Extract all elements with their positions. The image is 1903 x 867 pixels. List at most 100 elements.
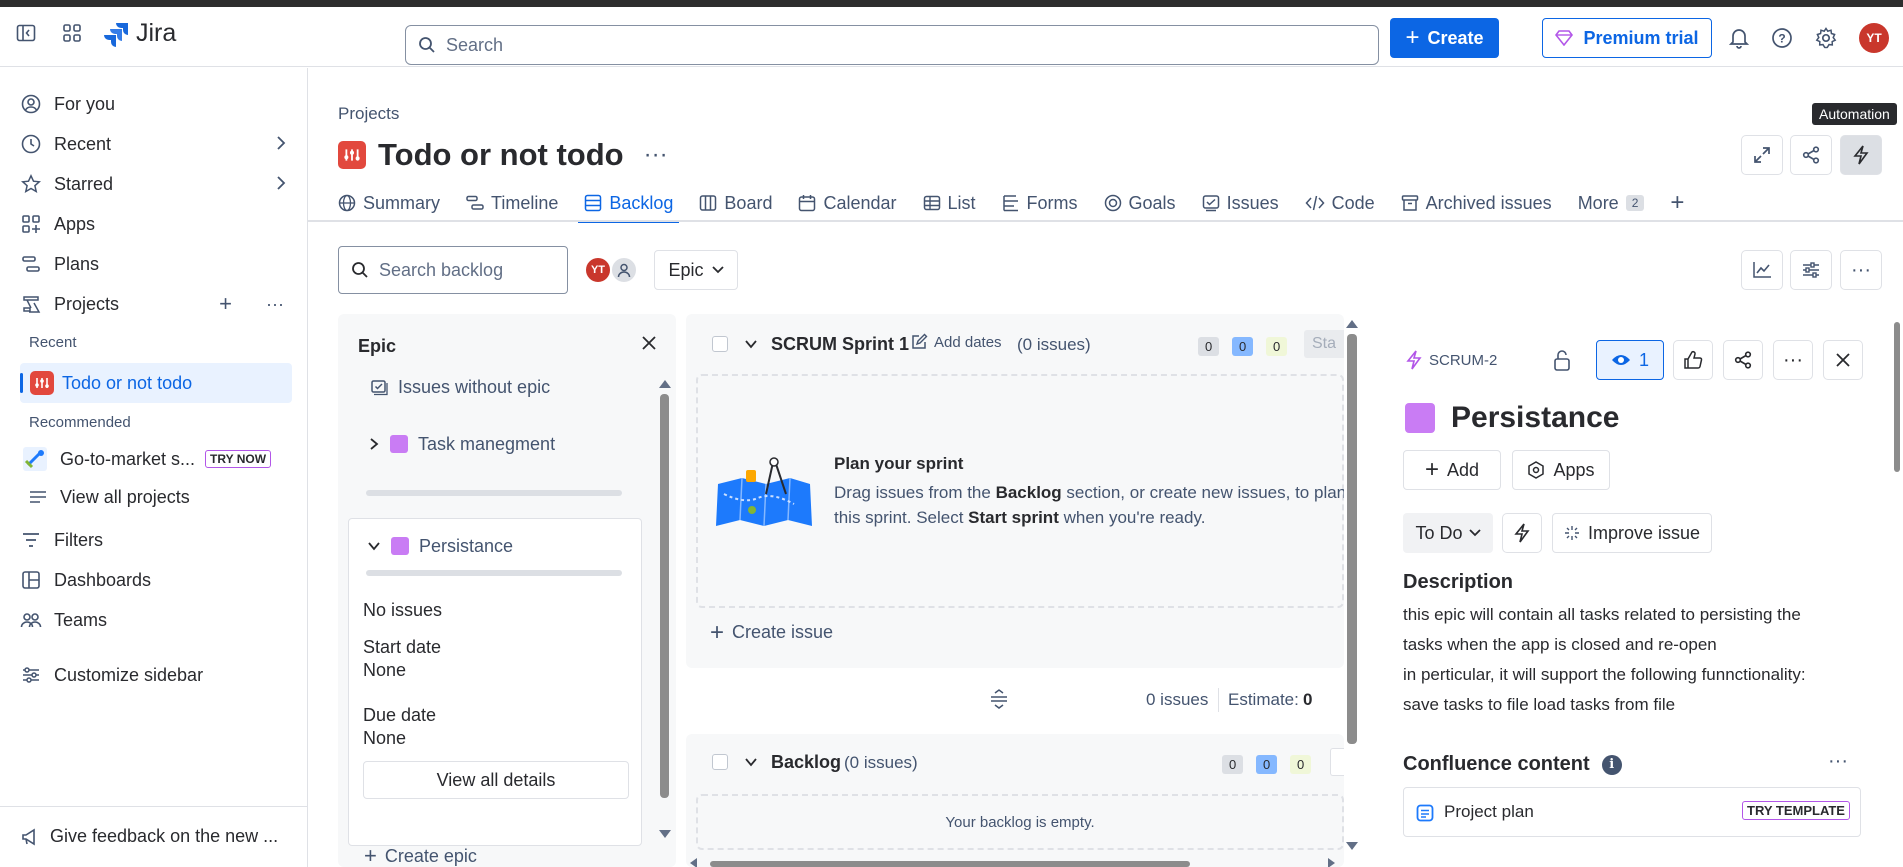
- scroll-down-arrow[interactable]: [1346, 842, 1358, 850]
- tab-archived-issues[interactable]: Archived issues: [1401, 186, 1552, 220]
- issue-title[interactable]: Persistance: [1451, 401, 1619, 435]
- create-button[interactable]: + Create: [1390, 18, 1499, 58]
- backlog-scrollbar[interactable]: [1347, 334, 1357, 744]
- close-epic-panel-icon[interactable]: [640, 334, 662, 356]
- view-all-projects-link[interactable]: View all projects: [28, 482, 190, 512]
- tab-goals[interactable]: Goals: [1104, 186, 1176, 220]
- backlog-select-checkbox[interactable]: [712, 754, 728, 770]
- chevron-down-icon[interactable]: [367, 540, 381, 552]
- sidebar-item-customize[interactable]: Customize sidebar: [14, 657, 292, 693]
- create-issue-button[interactable]: + Create issue: [710, 620, 833, 644]
- scroll-up-arrow[interactable]: [1346, 320, 1358, 328]
- project-plan-item[interactable]: Project plan TRY TEMPLATE: [1403, 787, 1861, 837]
- start-sprint-button[interactable]: Sta: [1304, 330, 1344, 358]
- watch-button[interactable]: 1: [1596, 340, 1664, 380]
- recommended-item[interactable]: Go-to-market s... TRY NOW: [20, 441, 292, 477]
- resize-handle-icon[interactable]: [988, 688, 1010, 710]
- sidebar-item-for-you[interactable]: For you: [14, 86, 292, 122]
- close-detail-button[interactable]: [1823, 340, 1863, 380]
- try-template-badge[interactable]: TRY TEMPLATE: [1742, 801, 1850, 820]
- improve-issue-button[interactable]: Improve issue: [1552, 513, 1712, 553]
- filter-user-avatar[interactable]: YT: [584, 256, 612, 284]
- epic-panel-scrollbar[interactable]: [660, 394, 669, 798]
- sidebar-item-plans[interactable]: Plans: [14, 246, 292, 282]
- share-button[interactable]: [1790, 135, 1832, 175]
- tab-timeline[interactable]: Timeline: [466, 186, 558, 220]
- unlock-icon[interactable]: [1552, 348, 1574, 372]
- premium-trial-button[interactable]: Premium trial: [1542, 18, 1712, 58]
- tab-backlog[interactable]: Backlog: [578, 186, 680, 223]
- epic-filter-dropdown[interactable]: Epic: [654, 250, 738, 290]
- scroll-right-arrow[interactable]: [1328, 858, 1335, 867]
- project-more-icon[interactable]: ···: [644, 141, 668, 169]
- chevron-right-icon[interactable]: [276, 174, 286, 195]
- search-backlog-input[interactable]: Search backlog: [338, 246, 568, 294]
- scroll-left-arrow[interactable]: [690, 858, 697, 867]
- backlog-more-button[interactable]: ···: [1840, 250, 1882, 290]
- create-epic-button[interactable]: + Create epic: [364, 832, 477, 867]
- add-dates-button[interactable]: Add dates: [910, 333, 1002, 351]
- insights-button[interactable]: [1741, 250, 1783, 290]
- breadcrumb[interactable]: Projects: [338, 104, 399, 124]
- tab-issues[interactable]: Issues: [1202, 186, 1279, 220]
- give-feedback-button[interactable]: Give feedback on the new ...: [20, 826, 278, 847]
- issue-more-button[interactable]: ···: [1773, 340, 1813, 380]
- collapse-sidebar-icon[interactable]: [14, 21, 38, 45]
- sidebar-item-recent[interactable]: Recent: [14, 126, 292, 162]
- sidebar-item-projects[interactable]: Projects + ···: [14, 286, 292, 322]
- projects-more-icon[interactable]: ···: [266, 294, 284, 315]
- epic-item-persistance[interactable]: Persistance: [367, 531, 513, 561]
- add-tab-plus-icon[interactable]: +: [1670, 186, 1684, 220]
- chevron-down-icon[interactable]: [744, 338, 758, 350]
- share-issue-button[interactable]: [1723, 340, 1763, 380]
- epic-card-persistance: Persistance No issues Start date None Du…: [348, 518, 642, 846]
- user-avatar[interactable]: YT: [1859, 23, 1889, 53]
- scroll-up-arrow[interactable]: [659, 380, 671, 388]
- view-all-details-button[interactable]: View all details: [363, 761, 629, 799]
- sprint-select-checkbox[interactable]: [712, 336, 728, 352]
- issues-without-epic[interactable]: Issues without epic: [370, 372, 550, 402]
- sidebar-item-starred[interactable]: Starred: [14, 166, 292, 202]
- add-project-plus-icon[interactable]: +: [219, 291, 232, 317]
- tab-board[interactable]: Board: [699, 186, 772, 220]
- global-search-input[interactable]: Search: [405, 25, 1379, 65]
- app-switcher-icon[interactable]: [60, 21, 84, 45]
- tab-summary[interactable]: Summary: [338, 186, 440, 220]
- confluence-more-icon[interactable]: ···: [1828, 750, 1848, 773]
- epic-item-task-manegment[interactable]: Task manegment: [368, 429, 555, 459]
- issue-automation-button[interactable]: [1502, 513, 1542, 553]
- jira-logo[interactable]: Jira: [104, 19, 176, 48]
- sidebar-item-apps[interactable]: Apps: [14, 206, 292, 242]
- create-sprint-button[interactable]: [1330, 748, 1344, 776]
- sidebar-item-dashboards[interactable]: Dashboards: [14, 562, 292, 598]
- view-settings-button[interactable]: [1790, 250, 1832, 290]
- detail-scrollbar[interactable]: [1894, 322, 1900, 472]
- automation-button[interactable]: [1840, 135, 1882, 175]
- issue-key-link[interactable]: SCRUM-2: [1405, 350, 1497, 370]
- chevron-down-icon[interactable]: [744, 756, 758, 768]
- notifications-bell-icon[interactable]: [1725, 24, 1753, 52]
- scroll-down-arrow[interactable]: [659, 830, 671, 838]
- sidebar-item-filters[interactable]: Filters: [14, 522, 292, 558]
- sidebar-item-current-project[interactable]: Todo or not todo: [20, 363, 292, 403]
- horizontal-scrollbar[interactable]: [710, 861, 1190, 867]
- description-body[interactable]: this epic will contain all tasks related…: [1403, 600, 1806, 720]
- like-button[interactable]: [1673, 340, 1713, 380]
- apps-button[interactable]: Apps: [1512, 450, 1610, 490]
- tab-calendar[interactable]: Calendar: [798, 186, 897, 220]
- fullscreen-button[interactable]: [1741, 135, 1783, 175]
- chevron-right-icon[interactable]: [368, 437, 380, 451]
- help-icon[interactable]: ?: [1768, 24, 1796, 52]
- sidebar-item-teams[interactable]: Teams: [14, 602, 292, 638]
- unassigned-avatar-icon[interactable]: [610, 256, 638, 284]
- settings-gear-icon[interactable]: [1812, 24, 1840, 52]
- tab-more[interactable]: More 2: [1578, 186, 1645, 220]
- tab-code[interactable]: Code: [1305, 186, 1375, 220]
- try-now-badge[interactable]: TRY NOW: [205, 450, 272, 468]
- chevron-right-icon[interactable]: [276, 134, 286, 155]
- status-dropdown[interactable]: To Do: [1403, 513, 1493, 553]
- add-button[interactable]: + Add: [1403, 450, 1501, 490]
- info-icon[interactable]: i: [1601, 754, 1622, 775]
- tab-forms[interactable]: Forms: [1002, 186, 1078, 220]
- tab-list[interactable]: List: [923, 186, 976, 220]
